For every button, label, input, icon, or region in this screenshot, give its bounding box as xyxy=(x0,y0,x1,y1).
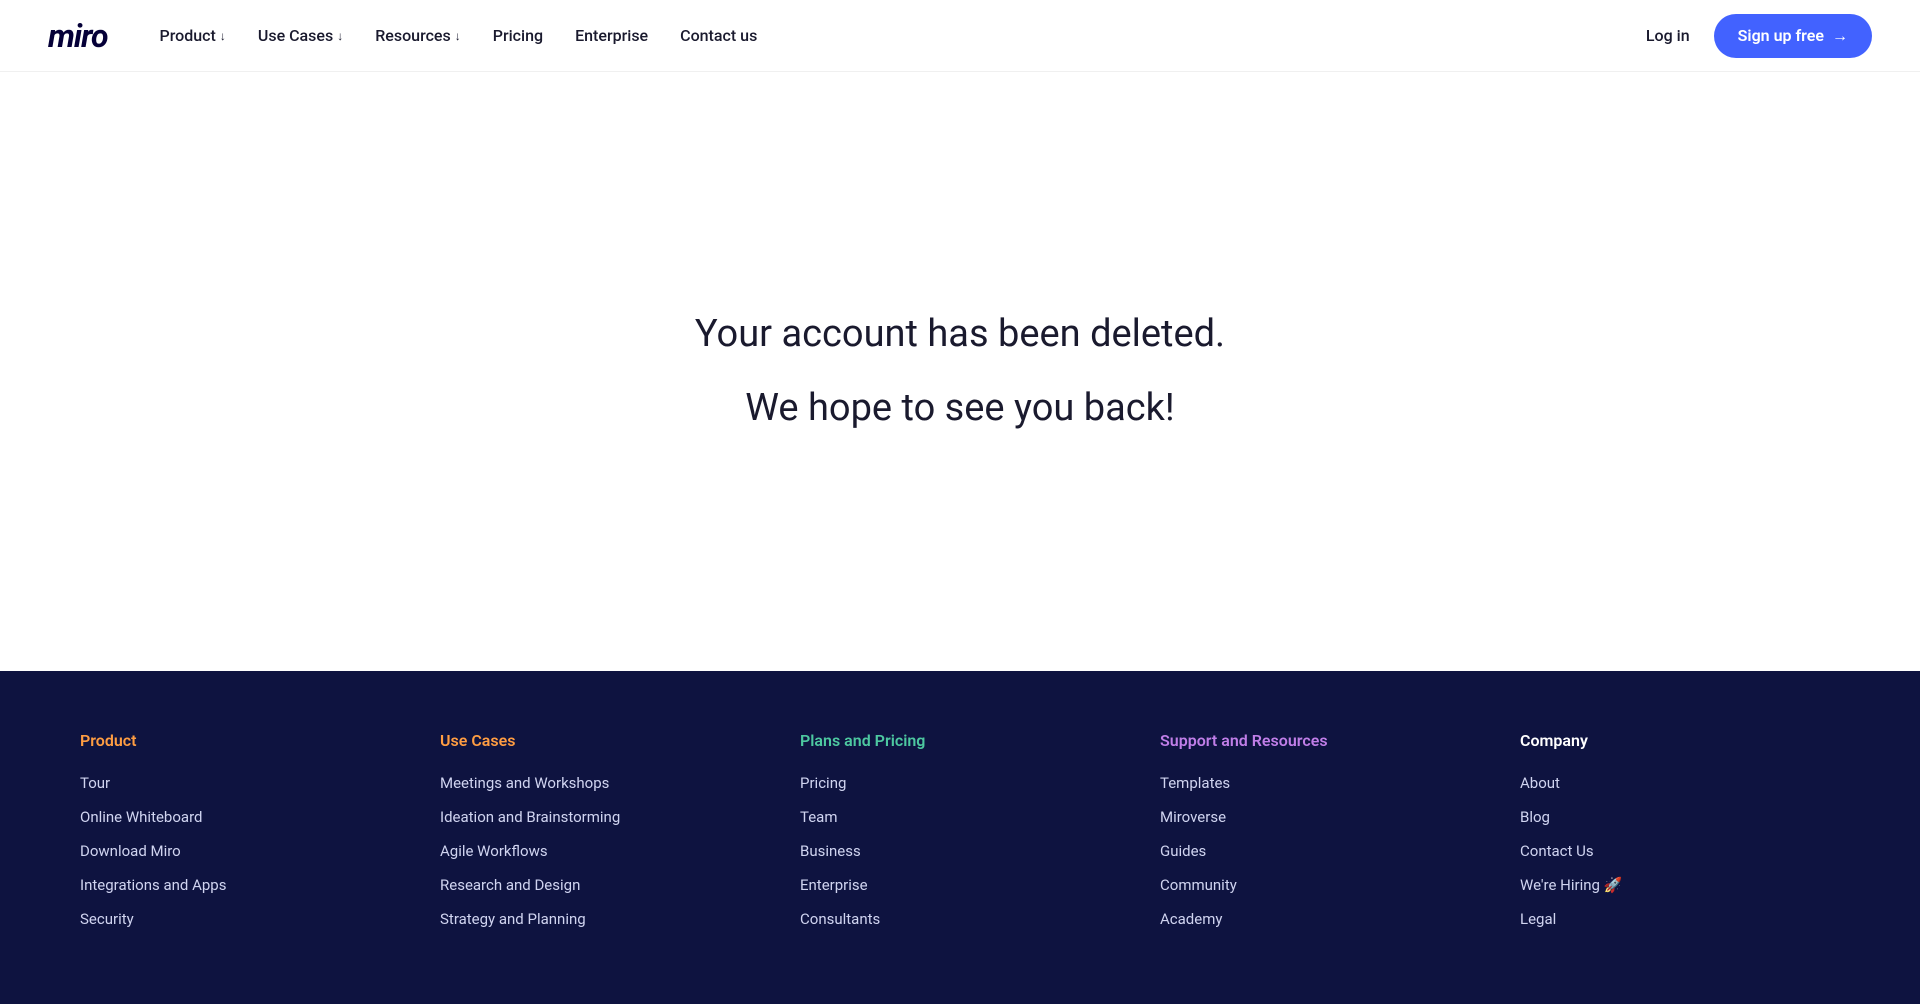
footer-title-use-cases: Use Cases xyxy=(440,731,760,750)
footer-link-enterprise[interactable]: Enterprise xyxy=(800,876,1120,894)
nav-item-contact-us[interactable]: Contact us xyxy=(668,18,769,53)
footer-link-blog[interactable]: Blog xyxy=(1520,808,1840,826)
footer: Product Tour Online Whiteboard Download Mir… xyxy=(0,671,1920,1004)
footer-link-integrations-and-apps[interactable]: Integrations and Apps xyxy=(80,876,400,894)
logo[interactable]: miro xyxy=(48,17,108,55)
nav-item-pricing[interactable]: Pricing xyxy=(481,18,555,53)
footer-link-research-and-design[interactable]: Research and Design xyxy=(440,876,760,894)
login-button[interactable]: Log in xyxy=(1646,26,1690,45)
footer-link-hiring[interactable]: We're Hiring 🚀 xyxy=(1520,876,1840,894)
main-nav: Product↓Use Cases↓Resources↓PricingEnter… xyxy=(148,18,770,53)
footer-link-pricing[interactable]: Pricing xyxy=(800,774,1120,792)
footer-link-community[interactable]: Community xyxy=(1160,876,1480,894)
footer-link-strategy-and-planning[interactable]: Strategy and Planning xyxy=(440,910,760,928)
header-left: miro Product↓Use Cases↓Resources↓Pricing… xyxy=(48,17,769,55)
footer-link-download-miro[interactable]: Download Miro xyxy=(80,842,400,860)
footer-column-product: Product Tour Online Whiteboard Download Mir… xyxy=(80,731,400,944)
footer-link-business[interactable]: Business xyxy=(800,842,1120,860)
footer-link-contact-us[interactable]: Contact Us xyxy=(1520,842,1840,860)
nav-item-enterprise[interactable]: Enterprise xyxy=(563,18,660,53)
message-container: Your account has been deleted. We hope t… xyxy=(695,310,1225,433)
deleted-message: Your account has been deleted. xyxy=(695,310,1225,359)
footer-column-support-and-resources: Support and Resources Templates Miroverse G… xyxy=(1160,731,1480,944)
chevron-down-icon: ↓ xyxy=(220,29,226,43)
signup-label: Sign up free xyxy=(1738,26,1824,45)
footer-title-plans-and-pricing: Plans and Pricing xyxy=(800,731,1120,750)
main-content: Your account has been deleted. We hope t… xyxy=(0,72,1920,671)
footer-link-online-whiteboard[interactable]: Online Whiteboard xyxy=(80,808,400,826)
nav-item-resources[interactable]: Resources↓ xyxy=(363,18,473,53)
chevron-down-icon: ↓ xyxy=(455,29,461,43)
footer-link-guides[interactable]: Guides xyxy=(1160,842,1480,860)
footer-link-miroverse[interactable]: Miroverse xyxy=(1160,808,1480,826)
chevron-down-icon: ↓ xyxy=(337,29,343,43)
nav-item-use-cases[interactable]: Use Cases↓ xyxy=(246,18,355,53)
footer-link-about[interactable]: About xyxy=(1520,774,1840,792)
footer-link-tour[interactable]: Tour xyxy=(80,774,400,792)
footer-title-product: Product xyxy=(80,731,400,750)
footer-link-academy[interactable]: Academy xyxy=(1160,910,1480,928)
footer-link-templates[interactable]: Templates xyxy=(1160,774,1480,792)
footer-link-consultants[interactable]: Consultants xyxy=(800,910,1120,928)
signup-button[interactable]: Sign up free → xyxy=(1714,14,1872,58)
footer-title-company: Company xyxy=(1520,731,1840,750)
footer-column-use-cases: Use Cases Meetings and Workshops Ideation … xyxy=(440,731,760,944)
footer-grid: Product Tour Online Whiteboard Download Mir… xyxy=(80,731,1840,944)
nav-item-product[interactable]: Product↓ xyxy=(148,18,238,53)
footer-link-agile-workflows[interactable]: Agile Workflows xyxy=(440,842,760,860)
header: miro Product↓Use Cases↓Resources↓Pricing… xyxy=(0,0,1920,72)
footer-link-ideation-and-brainstorming[interactable]: Ideation and Brainstorming xyxy=(440,808,760,826)
signup-arrow-icon: → xyxy=(1832,26,1848,46)
footer-column-plans-and-pricing: Plans and Pricing Pricing Team Business Ente… xyxy=(800,731,1120,944)
hope-message: We hope to see you back! xyxy=(695,384,1225,433)
header-right: Log in Sign up free → xyxy=(1646,14,1872,58)
footer-column-company: Company About Blog Contact Us We're Hiring 🚀… xyxy=(1520,731,1840,944)
footer-link-security[interactable]: Security xyxy=(80,910,400,928)
footer-link-meetings-and-workshops[interactable]: Meetings and Workshops xyxy=(440,774,760,792)
footer-link-legal[interactable]: Legal xyxy=(1520,910,1840,928)
footer-link-team[interactable]: Team xyxy=(800,808,1120,826)
footer-title-support-and-resources: Support and Resources xyxy=(1160,731,1480,750)
